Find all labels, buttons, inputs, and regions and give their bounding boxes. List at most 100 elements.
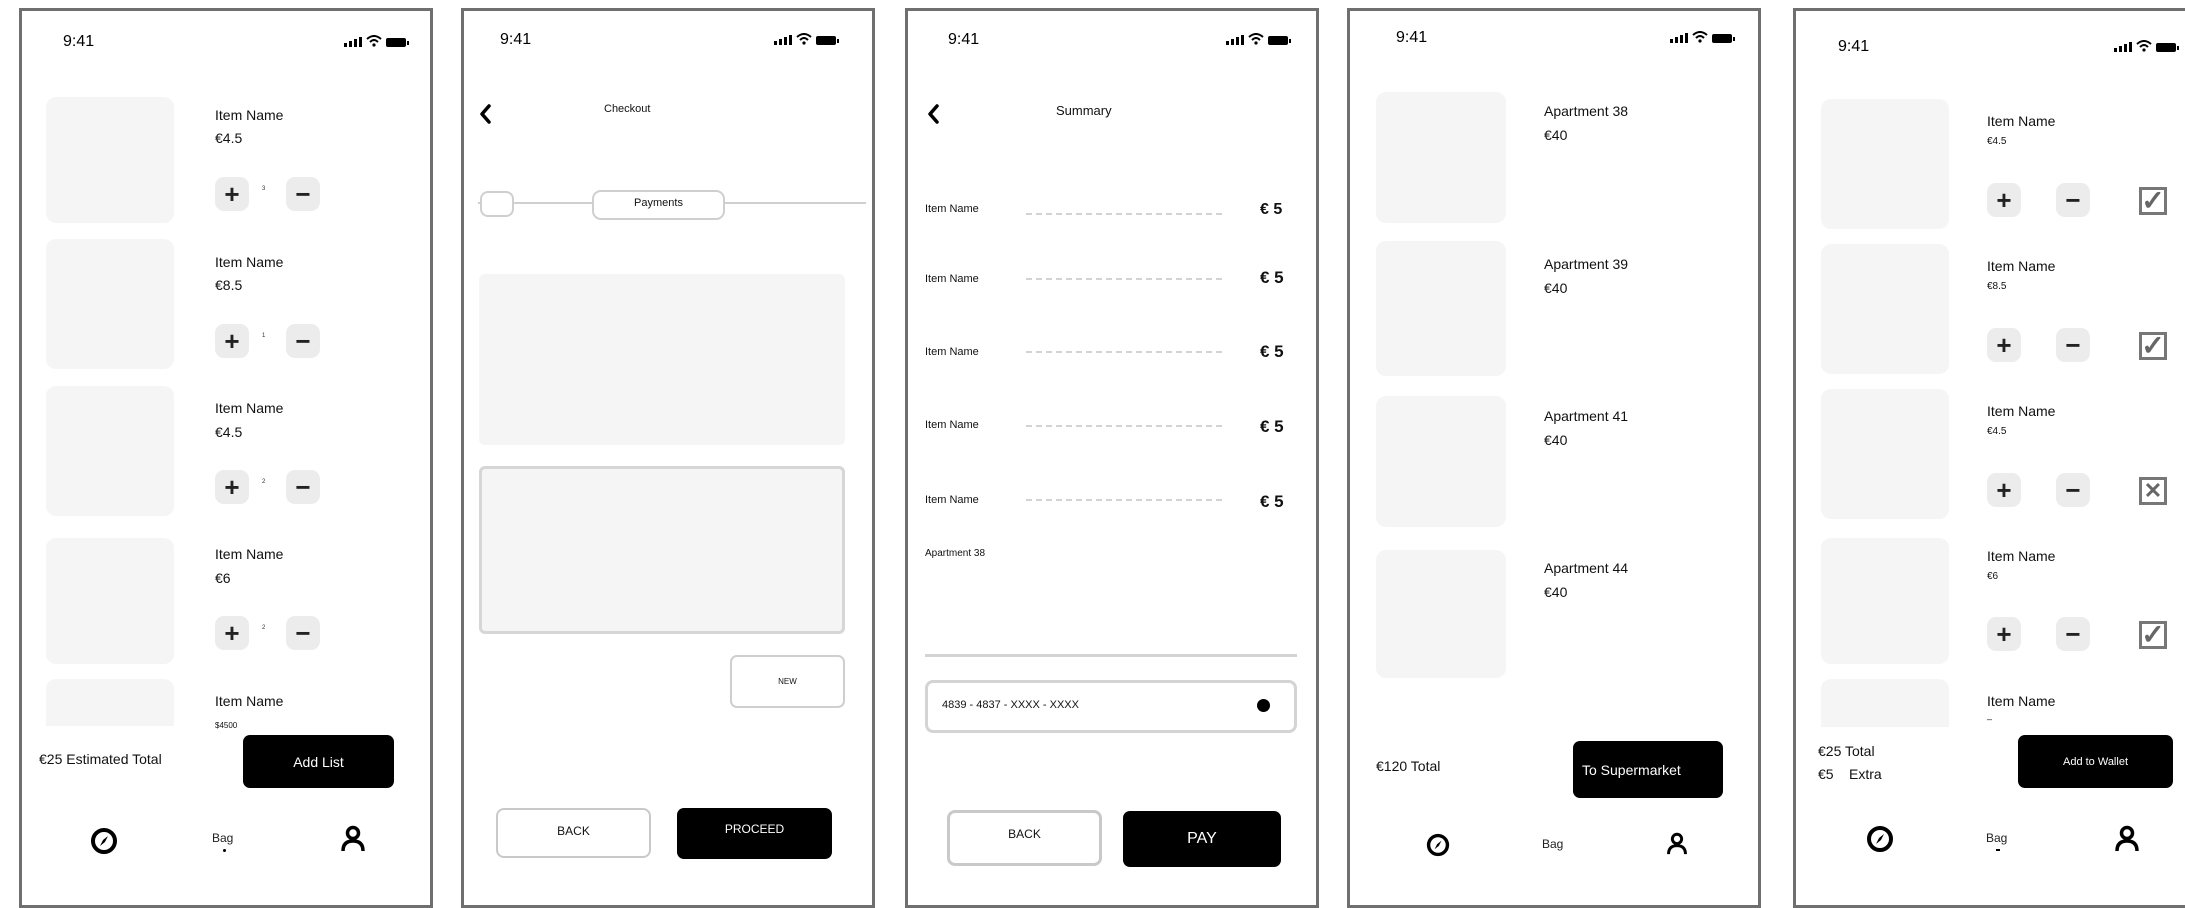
apartment-thumbnail <box>1376 241 1506 376</box>
summary-item-amount: € 5 <box>1260 492 1284 511</box>
nav-bag-label[interactable]: Bag <box>212 831 233 845</box>
checkbox-checked-icon[interactable]: ✓ <box>2139 332 2167 360</box>
decrease-quantity-button[interactable]: − <box>2056 473 2090 507</box>
item-name: Item Name <box>215 400 284 416</box>
decrease-quantity-button[interactable]: − <box>286 324 320 358</box>
item-thumbnail <box>1821 679 1949 727</box>
item-quantity: 3 <box>262 186 266 192</box>
increase-quantity-button[interactable]: + <box>1987 473 2021 507</box>
increase-quantity-button[interactable]: + <box>215 177 249 211</box>
item-name: Item Name <box>1987 548 2056 564</box>
back-button[interactable]: BACK <box>947 810 1102 866</box>
item-name: Item Name <box>1987 113 2056 129</box>
step-payments-label: Payments <box>634 197 683 209</box>
item-thumbnail <box>46 239 174 369</box>
item-price: €4.5 <box>1987 136 2007 147</box>
status-time: 9:41 <box>63 33 95 50</box>
increase-quantity-button[interactable]: + <box>215 616 249 650</box>
wifi-icon <box>366 35 382 47</box>
item-name: Item Name <box>1987 693 2056 709</box>
item-thumbnail <box>1821 538 1949 664</box>
increase-quantity-button[interactable]: + <box>215 470 249 504</box>
apartment-price: €40 <box>1544 584 1568 600</box>
apartment-name: Apartment 39 <box>1544 256 1629 272</box>
decrease-quantity-button[interactable]: − <box>286 616 320 650</box>
battery-icon <box>1712 34 1735 43</box>
summary-item-name: Item Name <box>925 494 979 506</box>
active-indicator <box>223 849 226 852</box>
item-price: €6 <box>1987 571 1999 582</box>
nav-bag-label[interactable]: Bag <box>1542 837 1563 851</box>
signal-icon <box>2114 42 2132 52</box>
compass-icon[interactable] <box>90 827 118 855</box>
item-price: €8.5 <box>1987 281 2007 292</box>
item-price: – <box>1987 714 1993 724</box>
item-name: Item Name <box>1987 403 2056 419</box>
summary-item-amount: € 5 <box>1260 417 1284 436</box>
decrease-quantity-button[interactable]: − <box>2056 183 2090 217</box>
compass-icon[interactable] <box>1426 833 1450 857</box>
screen-shopping-list: 9:41 Item Name €4.5 + 3 − Item Name €8.5… <box>19 8 433 908</box>
item-quantity: 1 <box>262 333 266 339</box>
decrease-quantity-button[interactable]: − <box>286 470 320 504</box>
payment-card-placeholder <box>479 274 845 445</box>
increase-quantity-button[interactable]: + <box>1987 328 2021 362</box>
summary-leader-line <box>1026 351 1222 353</box>
status-time: 9:41 <box>948 31 980 48</box>
add-list-button[interactable]: Add List <box>243 735 394 788</box>
apartment-name: Apartment 41 <box>1544 408 1629 424</box>
apartment-price: €40 <box>1544 432 1568 448</box>
decrease-quantity-button[interactable]: − <box>286 177 320 211</box>
item-thumbnail <box>1821 244 1949 374</box>
summary-item-amount: € 5 <box>1260 342 1284 361</box>
increase-quantity-button[interactable]: + <box>215 324 249 358</box>
checkbox-checked-icon[interactable]: ✓ <box>2139 187 2167 215</box>
summary-item-name: Item Name <box>925 273 979 285</box>
signal-icon <box>1670 33 1688 43</box>
total-label: €120 Total <box>1376 758 1441 774</box>
summary-item-amount: € 5 <box>1260 201 1283 218</box>
profile-icon[interactable] <box>1666 832 1688 856</box>
status-icons <box>2114 40 2179 52</box>
apartment-name: Apartment 44 <box>1544 560 1629 576</box>
item-price: $4500 <box>215 721 238 730</box>
decrease-quantity-button[interactable]: − <box>2056 328 2090 362</box>
profile-icon[interactable] <box>340 825 366 853</box>
back-arrow-icon[interactable] <box>478 103 492 125</box>
to-supermarket-label: To Supermarket <box>1582 761 1681 778</box>
page-title: Summary <box>1056 103 1112 118</box>
back-arrow-icon[interactable] <box>926 103 940 125</box>
increase-quantity-button[interactable]: + <box>1987 617 2021 651</box>
wifi-icon <box>1692 31 1708 43</box>
signal-icon <box>344 37 362 47</box>
saved-card-row[interactable]: 4839 - 4837 - XXXX - XXXX <box>925 680 1297 733</box>
proceed-button[interactable]: PROCEED <box>677 808 832 859</box>
increase-quantity-button[interactable]: + <box>1987 183 2021 217</box>
decrease-quantity-button[interactable]: − <box>2056 617 2090 651</box>
step-indicator[interactable] <box>480 191 514 217</box>
to-supermarket-button[interactable]: To Supermarket <box>1573 741 1723 798</box>
profile-icon[interactable] <box>2114 825 2140 853</box>
card-radio-selected[interactable] <box>1257 699 1270 712</box>
delivery-address: Apartment 38 <box>925 548 986 559</box>
item-thumbnail <box>1821 99 1949 229</box>
item-price: €4.5 <box>215 424 243 440</box>
compass-icon[interactable] <box>1866 825 1894 853</box>
item-name: Item Name <box>215 693 284 709</box>
step-payments[interactable]: Payments <box>592 190 725 220</box>
page-title: Checkout <box>604 103 651 115</box>
battery-icon <box>2156 43 2179 52</box>
add-to-wallet-button[interactable]: Add to Wallet <box>2018 735 2173 788</box>
card-number: 4839 - 4837 - XXXX - XXXX <box>942 699 1079 711</box>
item-name: Item Name <box>215 254 284 270</box>
screen-apartments: 9:41 Apartment 38 €40 Apartment 39 €40 A… <box>1347 8 1761 908</box>
nav-bag-label[interactable]: Bag <box>1986 831 2007 845</box>
payment-details-box[interactable] <box>479 466 845 634</box>
pay-button[interactable]: PAY <box>1123 811 1281 867</box>
checkbox-crossed-icon[interactable]: ✕ <box>2139 477 2167 505</box>
new-card-button[interactable]: NEW <box>730 655 845 708</box>
back-button[interactable]: BACK <box>496 808 651 858</box>
item-price: €8.5 <box>215 277 243 293</box>
checkbox-checked-icon[interactable]: ✓ <box>2139 621 2167 649</box>
summary-item-amount: € 5 <box>1260 268 1284 287</box>
